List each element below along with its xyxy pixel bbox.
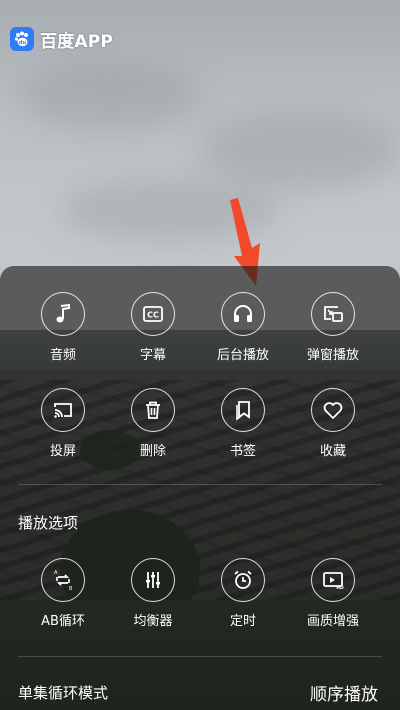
single-loop-mode-button[interactable]: 单集循环模式 [18,682,108,703]
svg-text:HD: HD [336,585,344,591]
app-badge: du 百度APP [10,26,113,52]
popup-play-button[interactable]: 弹窗播放 [288,292,378,363]
picture-in-picture-icon [311,292,355,336]
delete-label: 删除 [139,444,166,459]
baidu-paw-icon: du [10,27,34,51]
divider [18,484,382,485]
favorite-label: 收藏 [319,444,346,459]
subtitles-label: 字幕 [139,348,166,363]
alarm-clock-icon [221,558,265,602]
headphones-icon [221,292,265,336]
equalizer-icon [131,558,175,602]
cloud [20,60,200,130]
audio-button[interactable]: 音频 [18,292,108,363]
trash-icon [131,388,175,432]
playback-options-title: 播放选项 [18,514,79,532]
cast-button[interactable]: 投屏 [18,388,108,459]
bookmark-button[interactable]: 书签 [198,388,288,459]
svg-text:A: A [54,570,58,576]
bookmark-label: 书签 [229,444,256,459]
ab-loop-label: AB循环 [41,614,85,629]
subtitles-cc-icon: CC [131,292,175,336]
cast-icon [41,388,85,432]
cloud [200,110,400,190]
ab-loop-icon: AB [41,558,85,602]
divider [18,656,382,657]
background-play-label: 后台播放 [216,348,269,363]
popup-play-label: 弹窗播放 [306,348,359,363]
sequential-play-button[interactable]: 顺序播放 [310,680,378,705]
more-options-panel: 音频 CC 字幕 后台播放 弹窗播放 投屏 删除 书签 收藏 播放选项 A B … [0,266,400,710]
subtitles-button[interactable]: CC 字幕 [108,292,198,363]
background-play-button[interactable]: 后台播放 [198,292,288,363]
delete-button[interactable]: 删除 [108,388,198,459]
timer-label: 定时 [229,614,256,629]
ab-loop-button[interactable]: AB AB循环 [18,558,108,629]
music-note-icon [41,292,85,336]
svg-text:B: B [69,586,73,592]
audio-label: 音频 [49,348,76,363]
bookmark-icon [221,388,265,432]
equalizer-label: 均衡器 [133,614,173,629]
hd-enhance-icon: HD [311,558,355,602]
heart-icon [311,388,355,432]
cast-label: 投屏 [49,444,76,459]
svg-text:du: du [19,40,27,46]
quality-enhance-button[interactable]: HD 画质增强 [288,558,378,629]
app-name: 百度APP [40,31,114,52]
favorite-button[interactable]: 收藏 [288,388,378,459]
timer-button[interactable]: 定时 [198,558,288,629]
equalizer-button[interactable]: 均衡器 [108,558,198,629]
svg-text:CC: CC [147,311,159,320]
quality-enhance-label: 画质增强 [306,614,359,629]
